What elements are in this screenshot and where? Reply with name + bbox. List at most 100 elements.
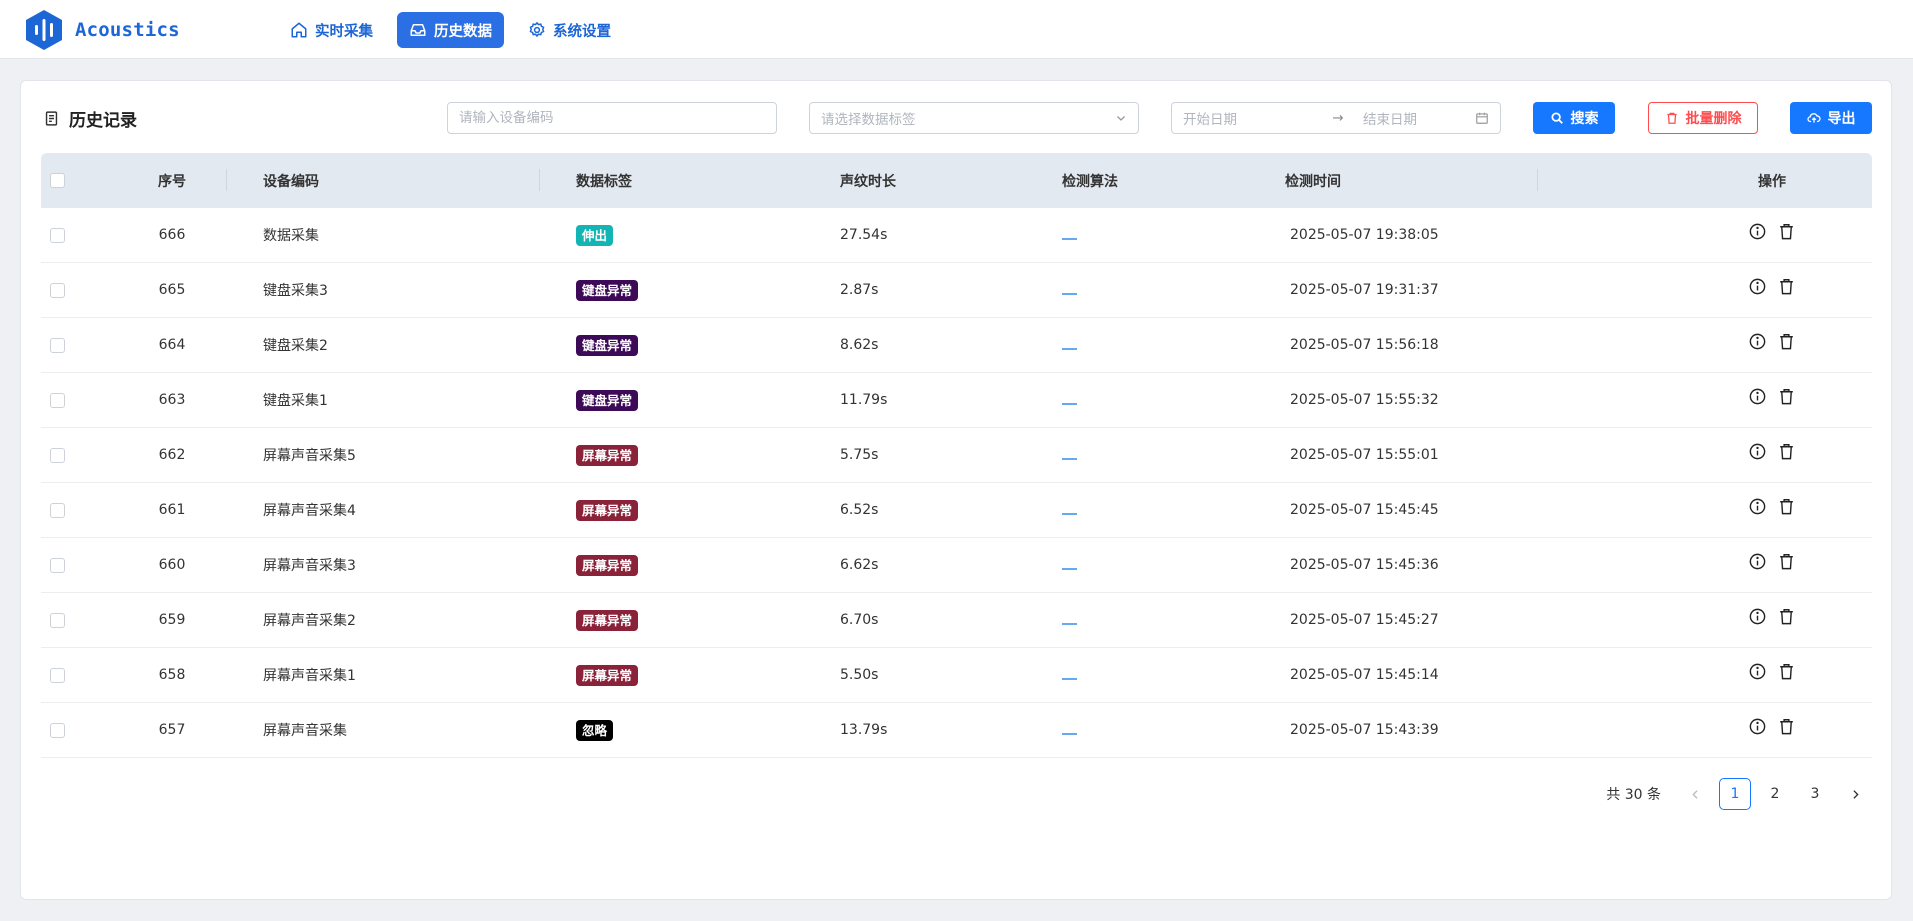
cell-seq: 665 [158, 282, 186, 298]
row-select[interactable] [41, 722, 97, 738]
cell-time: 2025-05-07 15:55:01 [1290, 447, 1439, 463]
row-select[interactable] [41, 337, 97, 353]
cell-duration: 8.62s [840, 337, 879, 353]
cell-device: 数据采集 [263, 228, 319, 244]
tag-badge: 屏幕异常 [576, 609, 639, 631]
row-select[interactable] [41, 392, 97, 408]
row-checkbox[interactable] [50, 612, 65, 628]
cell-tag: 伸出 [560, 224, 824, 246]
cell-device: 键盘采集3 [263, 283, 328, 299]
chevron-down-icon [1117, 116, 1125, 121]
brand[interactable]: Acoustics [24, 9, 180, 51]
device-code-input[interactable] [447, 102, 777, 134]
info-icon[interactable] [1748, 497, 1767, 516]
page-button-3[interactable]: 3 [1799, 778, 1831, 810]
page-button-2[interactable]: 2 [1759, 778, 1791, 810]
empty-dash [1062, 238, 1077, 240]
nav-settings-label: 系统设置 [553, 23, 611, 40]
table-row: 663 键盘采集1 键盘异常 11.79s 2025-05-07 15:55:32 [41, 373, 1872, 428]
range-arrow-icon: → [1332, 110, 1344, 126]
info-icon[interactable] [1748, 222, 1767, 241]
row-select[interactable] [41, 447, 97, 463]
next-page-button[interactable] [1839, 778, 1871, 810]
info-icon[interactable] [1748, 552, 1767, 571]
cell-operation [1672, 388, 1872, 410]
cell-operation [1672, 718, 1872, 740]
info-icon[interactable] [1748, 277, 1767, 296]
nav-history[interactable]: 历史数据 [397, 12, 504, 48]
trash-icon [1666, 112, 1677, 124]
row-checkbox[interactable] [50, 282, 65, 298]
row-select[interactable] [41, 227, 97, 243]
cell-seq: 663 [158, 392, 186, 408]
header-select-all[interactable] [41, 173, 97, 189]
cell-duration: 5.75s [840, 447, 879, 463]
tag-badge: 屏幕异常 [576, 499, 639, 521]
cell-device: 屏幕声音采集 [263, 723, 347, 739]
delete-icon[interactable] [1777, 442, 1796, 461]
cell-algorithm [1046, 337, 1269, 353]
prev-page-button[interactable] [1679, 778, 1711, 810]
inbox-icon [410, 24, 426, 36]
delete-icon[interactable] [1777, 497, 1796, 516]
date-range-picker[interactable]: 开始日期 → 结束日期 [1171, 102, 1501, 134]
info-icon[interactable] [1748, 717, 1767, 736]
export-button-label: 导出 [1827, 111, 1856, 127]
info-icon[interactable] [1748, 442, 1767, 461]
column-divider [226, 169, 227, 191]
cell-algorithm [1046, 612, 1269, 628]
tag-badge: 键盘异常 [576, 279, 639, 301]
start-date-input[interactable]: 开始日期 [1183, 108, 1313, 128]
cell-seq: 659 [158, 612, 186, 628]
row-checkbox[interactable] [50, 337, 65, 353]
nav-realtime[interactable]: 实时采集 [278, 12, 385, 48]
cloud-upload-icon [1806, 113, 1821, 123]
col-tag: 数据标签 [576, 173, 632, 190]
delete-icon[interactable] [1777, 662, 1796, 681]
end-date-input[interactable]: 结束日期 [1363, 108, 1475, 128]
col-algorithm: 检测算法 [1062, 173, 1118, 190]
delete-icon[interactable] [1777, 332, 1796, 351]
delete-icon[interactable] [1777, 387, 1796, 406]
device-code-field[interactable] [459, 110, 765, 126]
row-select[interactable] [41, 557, 97, 573]
info-icon[interactable] [1748, 332, 1767, 351]
cell-duration: 5.50s [840, 667, 879, 683]
delete-icon[interactable] [1777, 222, 1796, 241]
row-checkbox[interactable] [50, 447, 65, 463]
page-button-1[interactable]: 1 [1719, 778, 1751, 810]
cell-time: 2025-05-07 15:55:32 [1290, 392, 1439, 408]
row-checkbox[interactable] [50, 502, 65, 518]
delete-icon[interactable] [1777, 552, 1796, 571]
search-button[interactable]: 搜索 [1533, 102, 1615, 134]
tag-badge: 伸出 [576, 224, 614, 246]
row-checkbox[interactable] [50, 722, 65, 738]
batch-delete-button[interactable]: 批量删除 [1648, 102, 1758, 134]
row-checkbox[interactable] [50, 392, 65, 408]
row-checkbox[interactable] [50, 557, 65, 573]
select-all-checkbox[interactable] [50, 173, 65, 188]
sound-logo-icon [26, 10, 62, 50]
row-select[interactable] [41, 612, 97, 628]
nav-settings[interactable]: 系统设置 [516, 12, 623, 48]
tag-select[interactable]: 请选择数据标签 [809, 102, 1139, 134]
empty-dash [1062, 513, 1077, 515]
cell-algorithm [1046, 502, 1269, 518]
tag-badge: 键盘异常 [576, 389, 639, 411]
table-row: 659 屏幕声音采集2 屏幕异常 6.70s 2025-05-07 15:45:27 [41, 593, 1872, 648]
delete-icon[interactable] [1777, 717, 1796, 736]
chevron-right-icon [1852, 789, 1859, 799]
delete-icon[interactable] [1777, 277, 1796, 296]
export-button[interactable]: 导出 [1790, 102, 1872, 134]
row-checkbox[interactable] [50, 667, 65, 683]
info-icon[interactable] [1748, 607, 1767, 626]
row-select[interactable] [41, 667, 97, 683]
row-select[interactable] [41, 502, 97, 518]
row-select[interactable] [41, 282, 97, 298]
info-icon[interactable] [1748, 387, 1767, 406]
table-header: 序号 设备编码 数据标签 声纹时长 检测算法 检测时间 操作 [41, 153, 1872, 208]
cell-duration: 11.79s [840, 392, 888, 408]
delete-icon[interactable] [1777, 607, 1796, 626]
info-icon[interactable] [1748, 662, 1767, 681]
row-checkbox[interactable] [50, 227, 65, 243]
